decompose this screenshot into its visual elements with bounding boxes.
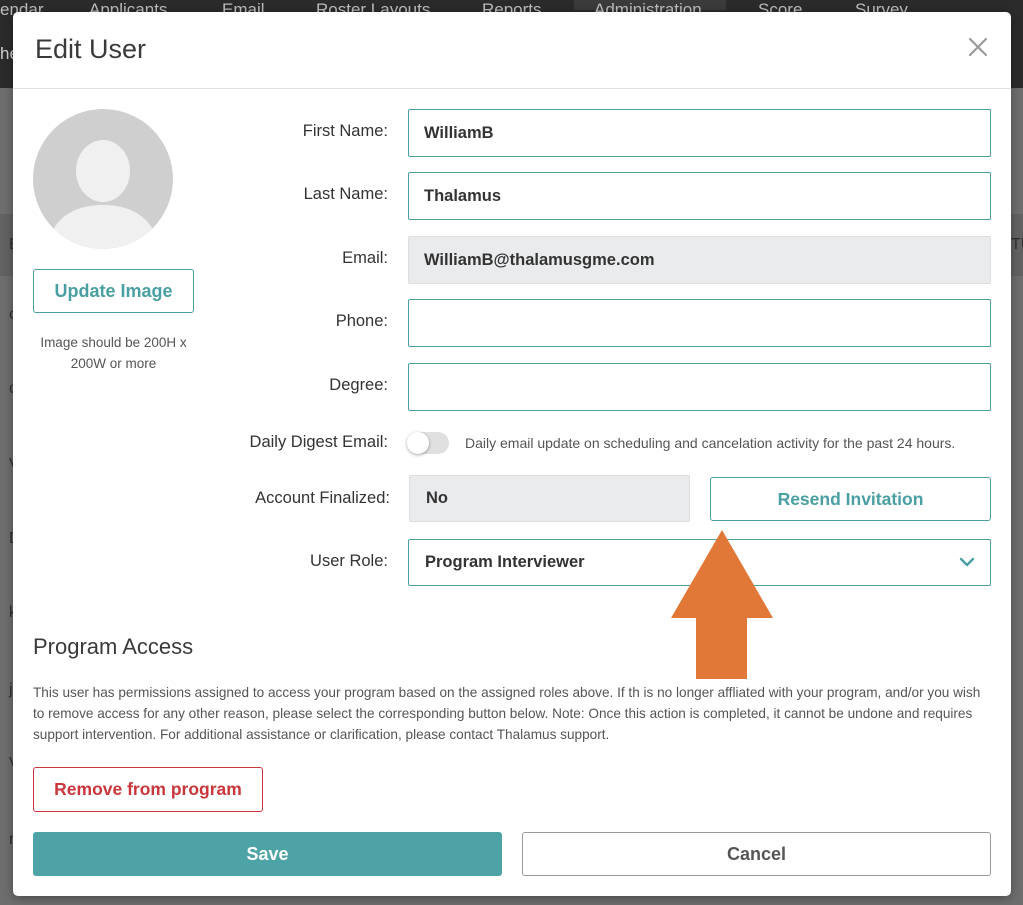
account-finalized-value: No xyxy=(409,475,690,522)
update-image-button[interactable]: Update Image xyxy=(33,269,194,313)
remove-from-program-button[interactable]: Remove from program xyxy=(33,767,263,812)
program-access-description: This user has permissions assigned to ac… xyxy=(33,685,981,742)
user-silhouette-icon xyxy=(47,140,159,249)
email-field xyxy=(408,236,991,284)
user-role-label: User Role: xyxy=(310,552,388,570)
edit-user-modal: Edit User Update Image Image should be 2… xyxy=(13,12,1011,896)
daily-digest-toggle[interactable] xyxy=(407,432,449,454)
phone-label: Phone: xyxy=(335,312,388,330)
phone-field[interactable] xyxy=(408,299,991,347)
background-letter: TU xyxy=(1011,236,1023,253)
modal-header: Edit User xyxy=(13,12,1011,89)
resend-invitation-button[interactable]: Resend Invitation xyxy=(710,477,991,521)
cancel-button[interactable]: Cancel xyxy=(522,832,991,876)
last-name-label: Last Name: xyxy=(303,185,388,203)
email-label: Email: xyxy=(342,249,388,267)
account-finalized-label: Account Finalized: xyxy=(255,489,390,507)
close-icon[interactable] xyxy=(965,34,991,60)
avatar xyxy=(33,109,173,249)
first-name-label: First Name: xyxy=(302,122,388,140)
daily-digest-label: Daily Digest Email: xyxy=(249,433,388,451)
image-size-hint: Image should be 200H x 200W or more xyxy=(40,335,187,371)
program-access-title: Program Access xyxy=(33,634,194,659)
annotation-arrow-icon xyxy=(671,530,773,679)
toggle-knob xyxy=(407,432,429,454)
modal-title: Edit User xyxy=(35,34,147,64)
user-role-value: Program Interviewer xyxy=(425,553,585,571)
degree-label: Degree: xyxy=(329,376,388,394)
save-button[interactable]: Save xyxy=(33,832,502,876)
daily-digest-description: Daily email update on scheduling and can… xyxy=(465,435,956,451)
chevron-down-icon xyxy=(959,557,975,567)
last-name-field[interactable] xyxy=(408,172,991,220)
first-name-field[interactable] xyxy=(408,109,991,157)
degree-field[interactable] xyxy=(408,363,991,411)
